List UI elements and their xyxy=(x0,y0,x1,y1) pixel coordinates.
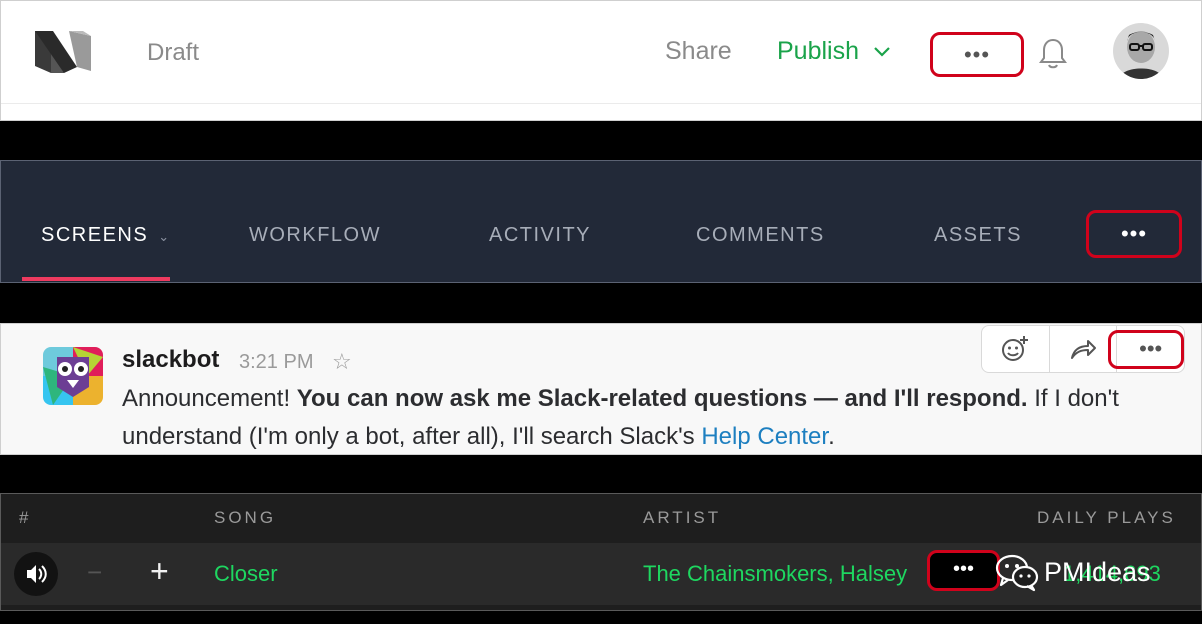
divider xyxy=(1,103,1201,104)
slackbot-avatar-icon xyxy=(43,347,103,405)
chevron-down-icon xyxy=(874,46,890,57)
more-icon: ••• xyxy=(952,558,974,580)
tab-screens[interactable]: SCREENS ⌄ xyxy=(41,224,171,247)
publish-label: Publish xyxy=(777,37,859,65)
highlight-ring xyxy=(1108,330,1184,369)
avatar[interactable] xyxy=(1113,23,1169,79)
column-header-index: # xyxy=(19,508,32,527)
column-header-daily-plays[interactable]: DAILY PLAYS xyxy=(1037,508,1176,528)
song-title[interactable]: Closer xyxy=(214,561,278,587)
invision-tab-bar: SCREENS ⌄ WORKFLOW ACTIVITY COMMENTS ASSE… xyxy=(0,160,1202,283)
column-header-song[interactable]: SONG xyxy=(214,508,276,528)
more-options-button[interactable]: ••• xyxy=(927,550,1000,591)
draft-status: Draft xyxy=(147,39,200,66)
message-timestamp[interactable]: 3:21 PM xyxy=(239,351,313,374)
column-header-artist[interactable]: ARTIST xyxy=(643,508,721,528)
speaker-icon xyxy=(27,565,47,583)
message-end: . xyxy=(828,423,835,450)
more-options-button[interactable]: ••• xyxy=(1086,210,1182,258)
chevron-down-icon: ⌄ xyxy=(158,229,171,244)
add-to-library-button[interactable]: + xyxy=(150,553,169,590)
publish-button[interactable]: Publish xyxy=(777,37,891,66)
tab-comments[interactable]: COMMENTS xyxy=(696,224,825,247)
tab-assets[interactable]: ASSETS xyxy=(934,224,1022,247)
tab-label: SCREENS xyxy=(41,224,149,246)
active-tab-indicator xyxy=(22,277,170,281)
message-body: Announcement! You can now ask me Slack-r… xyxy=(122,380,1182,456)
now-playing-button[interactable] xyxy=(14,552,58,596)
star-icon[interactable]: ☆ xyxy=(332,349,352,375)
more-icon: ••• xyxy=(963,42,991,67)
message-author[interactable]: slackbot xyxy=(122,346,219,374)
watermark-text: PMIdeas xyxy=(1044,556,1151,587)
avatar[interactable] xyxy=(43,347,103,405)
add-reaction-button[interactable] xyxy=(982,326,1050,372)
bell-icon[interactable] xyxy=(1038,37,1068,71)
more-options-button[interactable]: ••• xyxy=(930,32,1024,77)
watermark: PMIdeas xyxy=(994,552,1151,592)
medium-logo[interactable] xyxy=(33,27,93,77)
avatar-image xyxy=(1113,23,1169,79)
message-lead: Announcement! xyxy=(122,385,297,412)
message-bold: You can now ask me Slack-related questio… xyxy=(296,385,1028,412)
wechat-icon xyxy=(995,554,1039,592)
add-reaction-icon xyxy=(1002,336,1029,361)
more-icon: ••• xyxy=(1120,221,1148,246)
artist-name[interactable]: The Chainsmokers, Halsey xyxy=(643,561,907,587)
thumbs-down-button[interactable]: − xyxy=(87,557,102,588)
tab-activity[interactable]: ACTIVITY xyxy=(489,224,591,247)
help-center-link[interactable]: Help Center xyxy=(701,423,828,450)
medium-header: Draft Share Publish ••• xyxy=(0,0,1202,121)
share-arrow-icon xyxy=(1071,340,1096,359)
tab-workflow[interactable]: WORKFLOW xyxy=(249,224,381,247)
share-button[interactable]: Share xyxy=(665,37,732,66)
